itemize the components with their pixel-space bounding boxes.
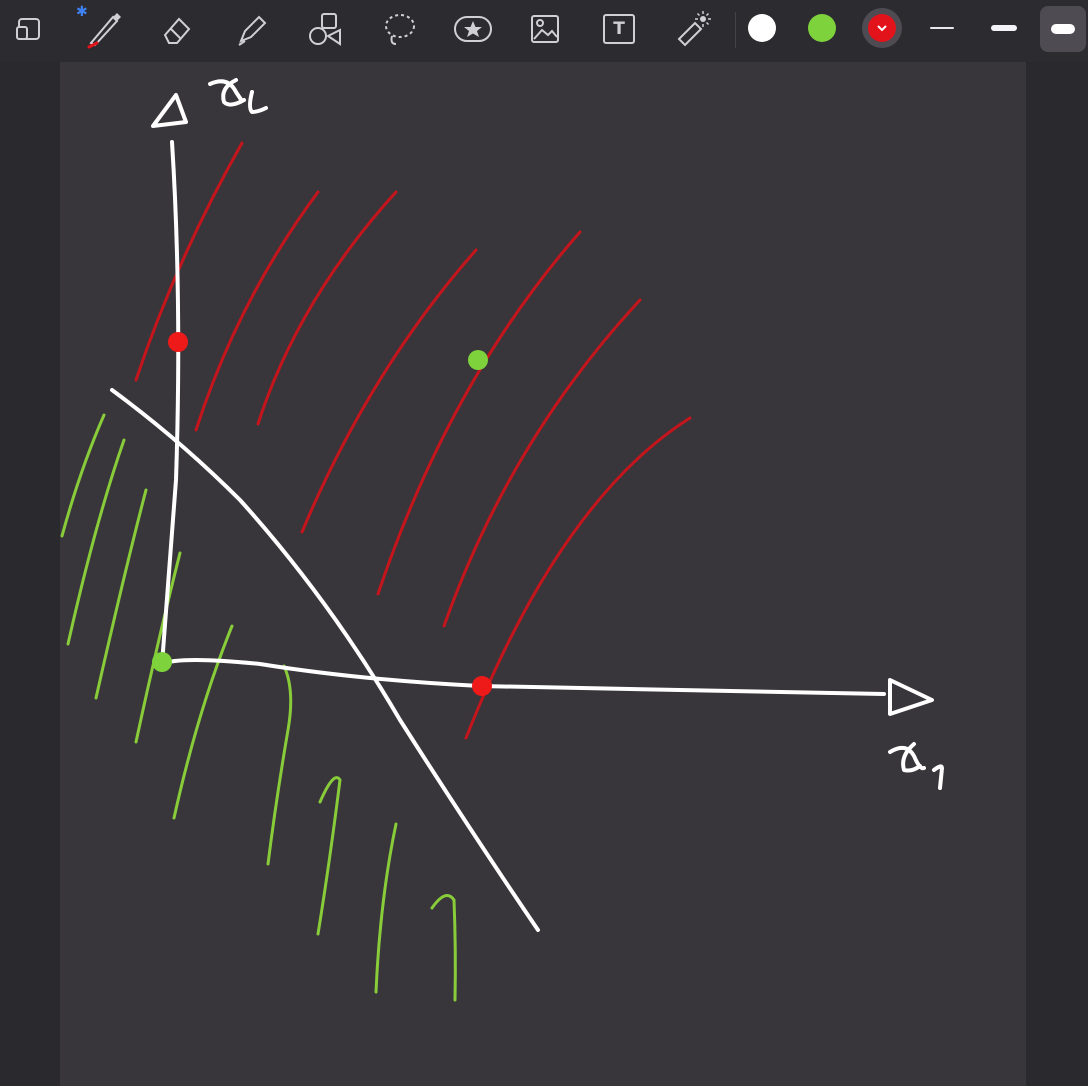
red-hatch-stroke <box>194 190 320 432</box>
red-hatch-stroke <box>134 141 244 382</box>
green-hatch-stroke <box>172 624 234 820</box>
green-hatch-stroke <box>94 488 148 700</box>
x1-label-x <box>888 742 926 773</box>
x2-axis-arrowhead <box>151 93 188 128</box>
x1-axis-arrowhead <box>888 678 934 716</box>
green-hatch-stroke <box>430 894 457 1002</box>
x2-label-subscript <box>248 90 268 114</box>
green-hatch-stroke <box>134 551 182 744</box>
red-point-on-x1-axis <box>472 676 492 696</box>
green-point-origin <box>152 652 172 672</box>
axes <box>110 93 934 932</box>
red-point-on-x2-axis <box>168 332 188 352</box>
green-hatch-stroke <box>60 413 106 538</box>
x1-axis-line <box>160 658 886 696</box>
notes-app: ✱ T <box>0 0 1088 1086</box>
green-hatch-stroke <box>316 776 342 936</box>
x1-label-subscript <box>932 764 944 790</box>
green-point-upper <box>468 350 488 370</box>
x2-label-x <box>208 78 246 107</box>
green-hatch-stroke <box>374 822 398 994</box>
green-hatching <box>60 413 457 1002</box>
green-hatch-stroke <box>266 664 293 866</box>
red-hatch-stroke <box>300 248 478 534</box>
handwritten-drawing: x2 x1 <box>60 78 944 1002</box>
red-hatching <box>134 141 692 740</box>
handwritten-labels <box>208 78 944 790</box>
x2-axis-line <box>160 140 181 666</box>
red-hatch-stroke <box>442 298 642 628</box>
